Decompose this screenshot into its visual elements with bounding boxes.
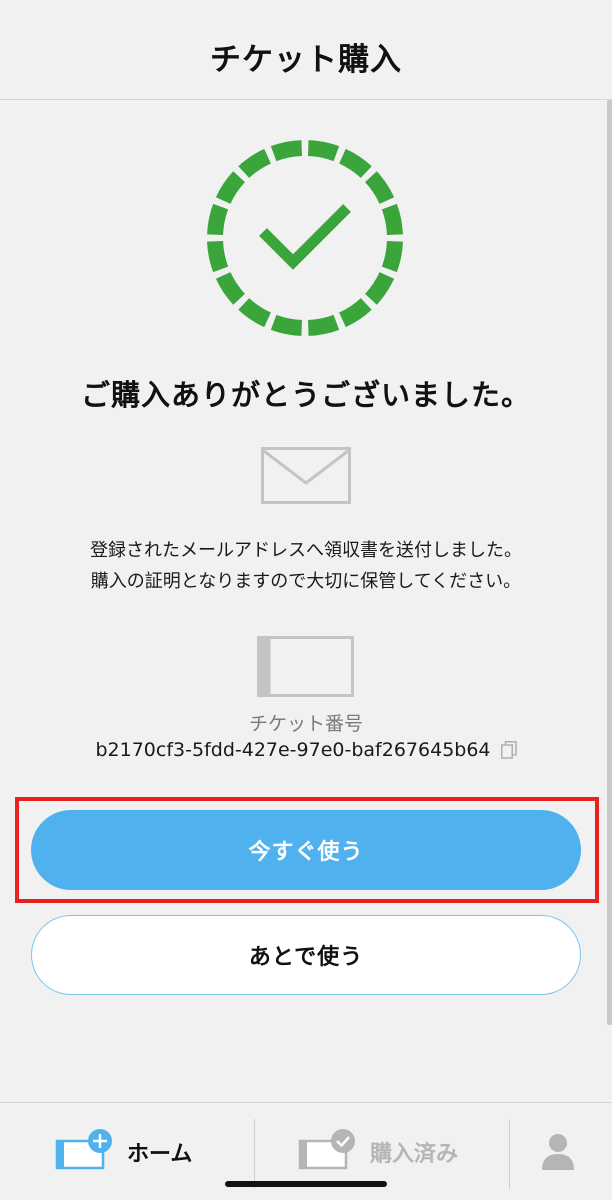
tab-divider (509, 1119, 510, 1189)
ring-segment (381, 241, 403, 273)
receipt-notice-line-1: 登録されたメールアドレスへ領収書を送付しました。 (90, 540, 522, 561)
tab-purchased-label: 購入済み (370, 1142, 459, 1167)
ticket-number: b2170cf3-5fdd-427e-97e0-baf267645b64 (95, 739, 491, 761)
ring-segment (215, 171, 245, 204)
use-now-button[interactable]: 今すぐ使う (31, 810, 581, 890)
copy-icon[interactable] (500, 741, 517, 759)
ticket-check-icon (298, 1129, 355, 1170)
ring-segment (339, 298, 372, 328)
ticket-plus-icon (55, 1129, 112, 1170)
ring-segment (308, 140, 340, 162)
ring-segment (339, 148, 372, 178)
ticket-number-row: b2170cf3-5fdd-427e-97e0-baf267645b64 (0, 739, 612, 761)
ring-segment (308, 314, 340, 336)
ring-segment (238, 298, 271, 328)
tab-home[interactable]: ホーム (55, 1103, 192, 1200)
app-header: チケット購入 (0, 0, 612, 100)
ticket-icon (257, 636, 354, 697)
ring-segment (365, 171, 395, 204)
ring-segment (270, 140, 302, 162)
tab-home-label: ホーム (127, 1142, 193, 1167)
ring-segment (270, 314, 302, 336)
thank-you-message: ご購入ありがとうございました。 (80, 378, 531, 412)
ring-segment (238, 148, 271, 178)
envelope-icon (261, 447, 351, 504)
receipt-notice: 登録されたメールアドレスへ領収書を送付しました。 購入の証明となりますので大切に… (0, 535, 612, 597)
ring-segment (381, 203, 403, 235)
tab-divider (254, 1119, 255, 1189)
page-title: チケット購入 (210, 42, 402, 78)
ring-segment (207, 203, 229, 235)
user-icon (542, 1134, 574, 1170)
check-circle-icon (207, 140, 403, 336)
ring-segment (365, 272, 395, 305)
ring-segment (215, 272, 245, 305)
use-later-button[interactable]: あとで使う (31, 915, 581, 995)
receipt-notice-line-2: 購入の証明となりますので大切に保管してください。 (90, 571, 522, 592)
home-indicator (225, 1181, 387, 1187)
ticket-number-label: チケット番号 (248, 713, 363, 735)
tab-account[interactable] (540, 1103, 576, 1200)
ring-segment (207, 241, 229, 273)
